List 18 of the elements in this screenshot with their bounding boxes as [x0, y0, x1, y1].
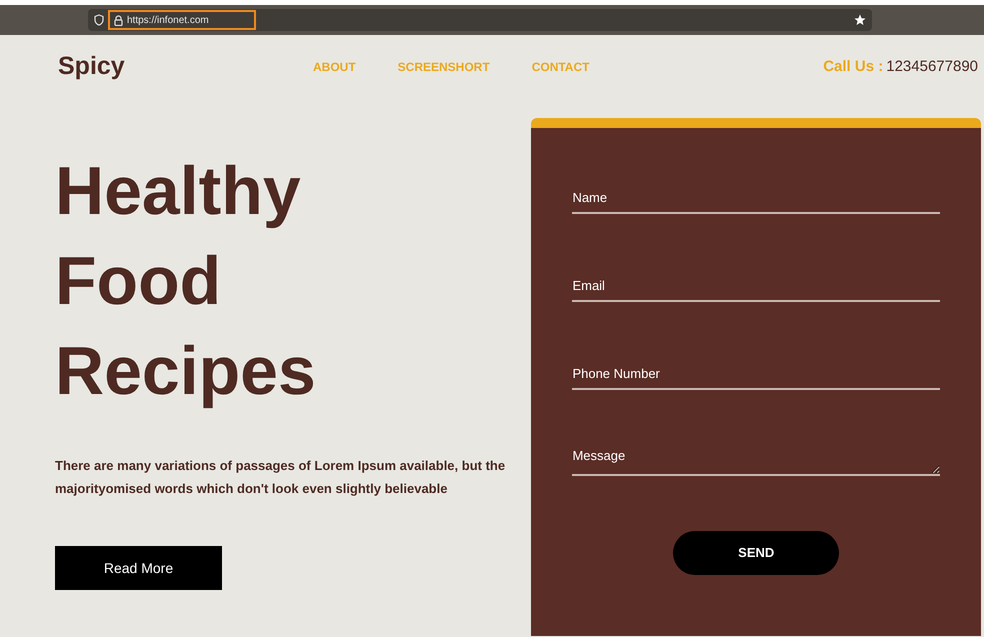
shield-icon [94, 14, 104, 26]
hero-heading: Food [55, 242, 222, 321]
phone-number: 12345677890 [886, 56, 978, 77]
input-field[interactable]: Phone Number [572, 358, 940, 390]
read-more-button[interactable]: Read More [55, 546, 222, 590]
call-label: Call Us : [823, 56, 884, 77]
send-button[interactable]: SEND [673, 531, 840, 575]
message-field[interactable]: Message [572, 446, 940, 476]
hero-heading: Recipes [55, 332, 316, 411]
lock-icon [114, 14, 123, 26]
input-field[interactable]: Email [572, 270, 940, 302]
address-bar[interactable]: https://infonet.com [88, 9, 872, 31]
star-icon[interactable] [854, 14, 866, 26]
logo[interactable]: Spicy [58, 48, 313, 86]
hero-description: There are many variations of passages of Lorem Ipsum available, but the majorityomised words which don't look even slightly believable [55, 457, 506, 498]
url-text: https://infonet.com [127, 14, 209, 28]
hero-heading: Healthy [55, 152, 301, 231]
input-field[interactable]: Name [572, 182, 940, 214]
